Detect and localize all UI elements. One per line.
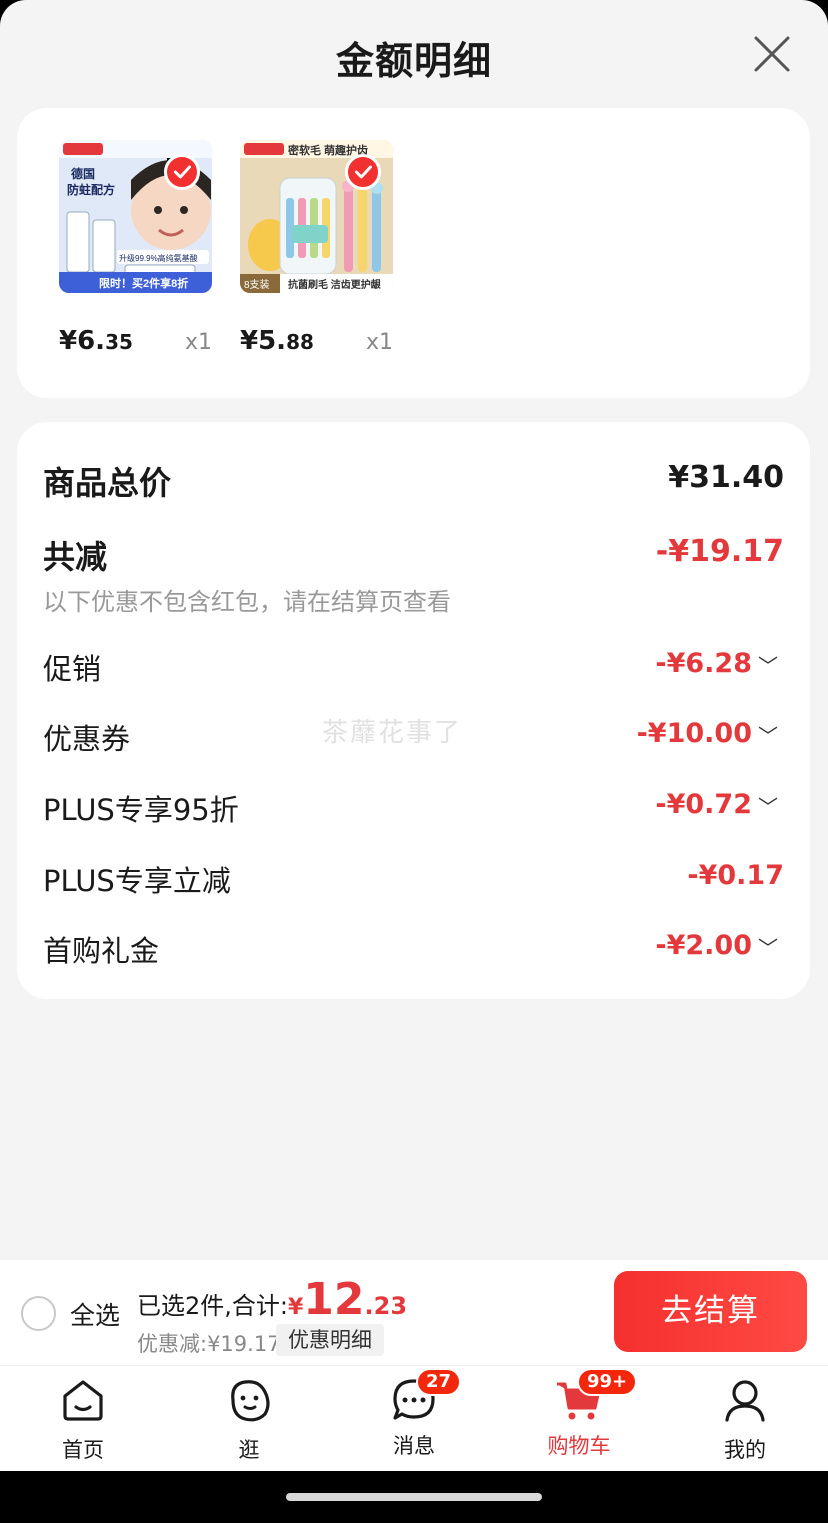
discount-label: PLUS专享立减: [43, 864, 231, 898]
svg-text:8支装: 8支装: [244, 278, 270, 291]
discount-row-first-purchase[interactable]: 首购礼金 -¥2.00 ﹀: [43, 928, 784, 970]
select-all-radio[interactable]: [21, 1296, 56, 1331]
product-qty: x1: [365, 330, 393, 355]
discount-value: -¥0.72 ﹀: [655, 789, 778, 820]
selected-summary: 已选2件,合计:¥12.23: [137, 1274, 408, 1325]
product-item[interactable]: 德国 防蛀配方 升级99.9%高纯氨基酸 限时！买2件享8折 ¥6.35 x1: [59, 140, 212, 356]
svg-text:抗菌刷毛 洁齿更护龈: 抗菌刷毛 洁齿更护龈: [288, 278, 382, 291]
amount-detail-sheet: 金额明细 德国 防蛀配方 升级99.9%高纯氨基酸 限时！买2件享8折 ¥6.3…: [0, 0, 828, 1365]
svg-text:德国: 德国: [71, 166, 95, 181]
checkout-bar: 全选 已选2件,合计:¥12.23 优惠减:¥19.17 优惠明细 去结算: [0, 1260, 828, 1365]
total-reduction-row: 共减 -¥19.17: [43, 532, 784, 578]
selected-check-icon: [164, 154, 200, 190]
discount-row-plus-95[interactable]: PLUS专享95折 -¥0.72 ﹀: [43, 787, 784, 829]
profile-icon: [725, 1380, 765, 1422]
product-item[interactable]: 密软毛 萌趣护齿 8支装 抗菌刷毛 洁齿更护龈 ¥5.88 x1: [240, 140, 393, 356]
svg-text:升级99.9%高纯氨基酸: 升级99.9%高纯氨基酸: [119, 253, 198, 263]
discount-row-plus-instant: PLUS专享立减 -¥0.17: [43, 858, 784, 900]
reduction-note: 以下优惠不包含红包，请在结算页查看: [43, 588, 451, 616]
products-card: 德国 防蛀配方 升级99.9%高纯氨基酸 限时！买2件享8折 ¥6.35 x1: [17, 108, 810, 398]
chevron-down-icon[interactable]: ﹀: [758, 932, 778, 961]
product-price: ¥6.35: [59, 326, 133, 356]
total-reduction-value: -¥19.17: [655, 534, 784, 569]
discount-value: -¥2.00 ﹀: [655, 930, 778, 961]
message-badge: 27: [416, 1368, 462, 1396]
tab-messages[interactable]: 27 消息: [354, 1368, 474, 1460]
discount-value: -¥6.28 ﹀: [655, 648, 778, 679]
chevron-down-icon[interactable]: ﹀: [758, 791, 778, 820]
select-all-label[interactable]: 全选: [70, 1296, 120, 1332]
discount-detail-button[interactable]: 优惠明细: [276, 1324, 384, 1356]
cart-badge: 99+: [577, 1368, 638, 1396]
discount-summary: 优惠减:¥19.17: [137, 1332, 281, 1356]
page-title: 金额明细: [335, 39, 492, 83]
checkout-button[interactable]: 去结算: [614, 1271, 807, 1352]
bottom-tabbar: 首页 逛 27 消息 99+ 购物车 我的: [0, 1365, 828, 1471]
home-indicator[interactable]: [286, 1493, 542, 1501]
product-qty: x1: [184, 330, 212, 355]
discount-row-promotion[interactable]: 促销 -¥6.28 ﹀: [43, 646, 784, 688]
svg-text:防蛀配方: 防蛀配方: [67, 182, 115, 197]
discount-value: -¥0.17: [687, 860, 784, 891]
tab-explore[interactable]: 逛: [189, 1376, 309, 1464]
price-summary-card: 商品总价 ¥31.40 共减 -¥19.17 以下优惠不包含红包，请在结算页查看…: [17, 422, 810, 999]
total-price-value: ¥31.40: [668, 460, 784, 495]
discount-value: -¥10.00 ﹀: [636, 718, 778, 749]
chevron-down-icon[interactable]: ﹀: [758, 650, 778, 679]
total-amount: 12: [303, 1274, 365, 1325]
close-icon[interactable]: [752, 34, 792, 74]
product-image[interactable]: 密软毛 萌趣护齿 8支装 抗菌刷毛 洁齿更护龈: [240, 140, 393, 293]
chevron-down-icon[interactable]: ﹀: [758, 720, 778, 749]
total-price-row: 商品总价 ¥31.40: [43, 458, 784, 504]
tab-home[interactable]: 首页: [23, 1376, 143, 1464]
tab-profile[interactable]: 我的: [685, 1376, 805, 1464]
selected-check-icon: [345, 154, 381, 190]
home-icon: [63, 1380, 103, 1421]
tab-cart[interactable]: 99+ 购物车: [519, 1368, 639, 1460]
selected-text: 已选2件,合计:: [137, 1292, 288, 1320]
explore-icon: [231, 1380, 270, 1422]
svg-text:限时！买2件享8折: 限时！买2件享8折: [99, 276, 188, 290]
product-image[interactable]: 德国 防蛀配方 升级99.9%高纯氨基酸 限时！买2件享8折: [59, 140, 212, 293]
product-price: ¥5.88: [240, 326, 314, 356]
watermark: 茶蘼花事了: [322, 718, 463, 748]
